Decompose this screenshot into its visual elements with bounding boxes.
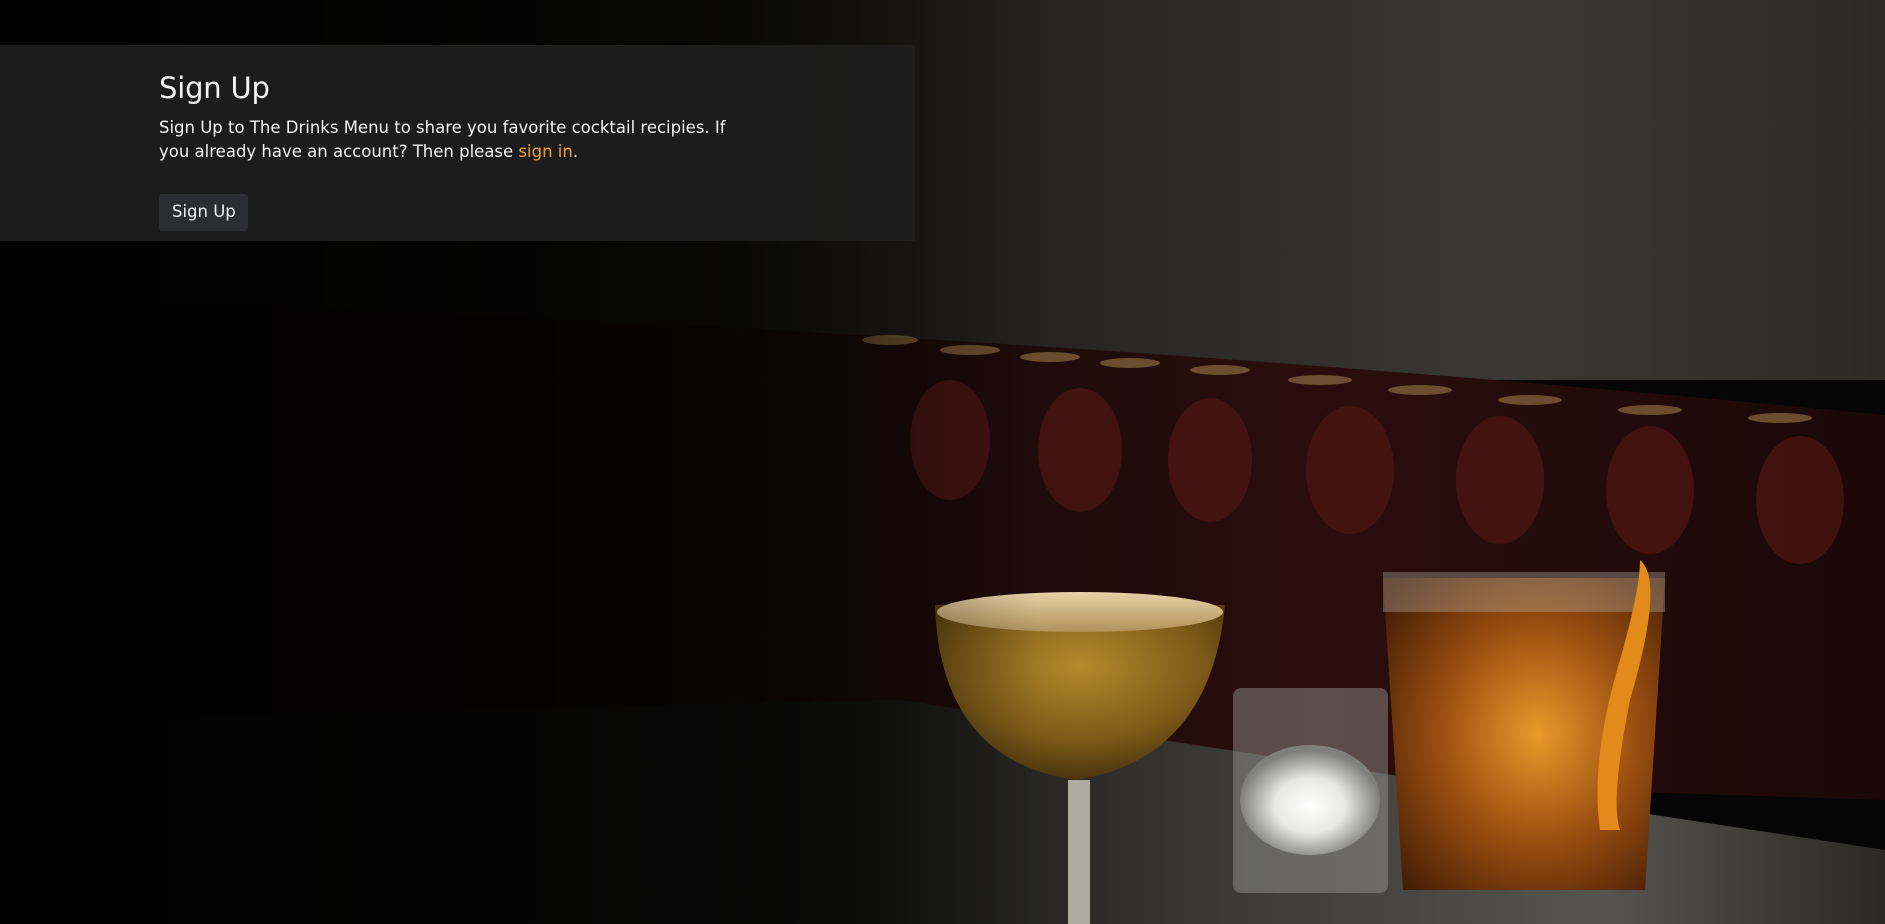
signup-description: Sign Up to The Drinks Menu to share you … bbox=[159, 116, 734, 164]
signup-panel: Sign Up Sign Up to The Drinks Menu to sh… bbox=[0, 45, 915, 241]
description-text: Sign Up to The Drinks Menu to share you … bbox=[159, 118, 726, 161]
signin-link[interactable]: sign in bbox=[518, 142, 572, 161]
description-end: . bbox=[572, 142, 579, 161]
signup-button[interactable]: Sign Up bbox=[159, 194, 248, 231]
page-title: Sign Up bbox=[159, 71, 270, 105]
